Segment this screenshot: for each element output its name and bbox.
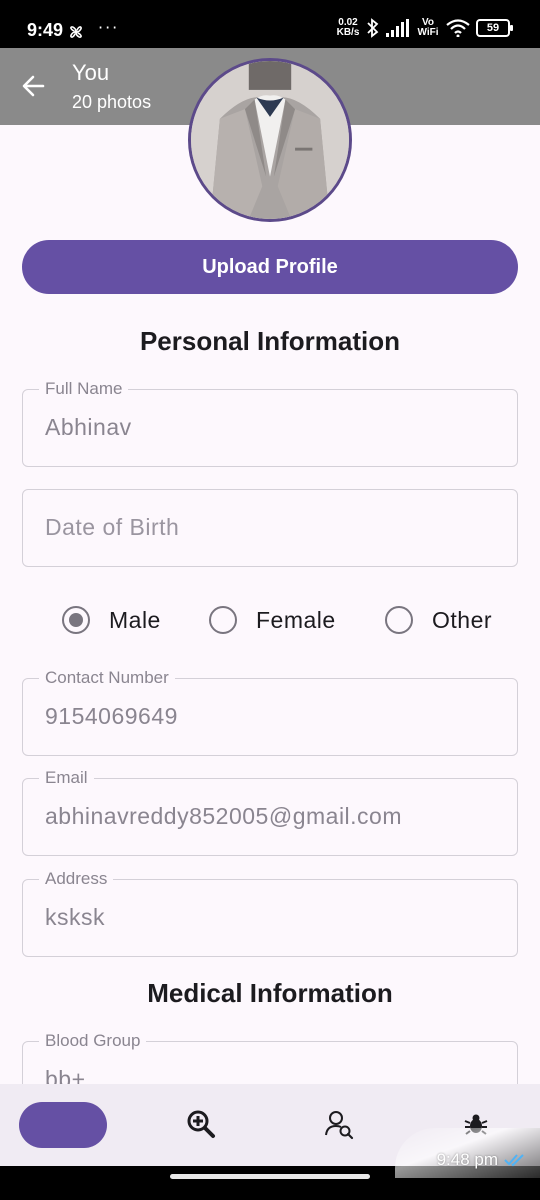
- user-search-icon[interactable]: [321, 1106, 357, 1142]
- battery-icon: 59: [476, 19, 513, 37]
- profile-screen: You 20 photos Upload Profile Personal In…: [0, 48, 540, 1166]
- radio-label-female: Female: [256, 606, 336, 633]
- gender-radio-group: Male Female Other: [0, 600, 540, 640]
- viewer-title: You: [72, 60, 110, 85]
- address-field[interactable]: Address ksksk: [22, 869, 518, 957]
- zoom-add-icon[interactable]: [183, 1106, 219, 1142]
- gesture-handle[interactable]: [170, 1174, 370, 1179]
- gender-option-other[interactable]: Other: [385, 600, 492, 640]
- personal-information-heading: Personal Information: [139, 326, 401, 356]
- status-bar: 9:49 ··· 0.02 KB/s Vo WiFi 59: [0, 0, 540, 48]
- radio-label-other: Other: [432, 606, 493, 633]
- vowifi-label: Vo WiFi: [417, 17, 439, 38]
- double-check-icon: [504, 1154, 524, 1167]
- status-more-icon: ···: [98, 18, 120, 37]
- status-time: 9:49: [27, 20, 64, 40]
- address-value: ksksk: [45, 904, 105, 930]
- blood-group-label: Blood Group: [39, 1031, 147, 1051]
- avatar-photo: [191, 61, 349, 219]
- gender-option-female[interactable]: Female: [209, 600, 336, 640]
- email-value: abhinavreddy852005@gmail.com: [45, 803, 403, 829]
- full-name-field[interactable]: Full Name Abhinav: [22, 379, 518, 467]
- full-name-value: Abhinav: [45, 414, 132, 440]
- network-speed: 0.02 KB/s: [336, 17, 360, 38]
- message-timestamp: 9:48 pm: [437, 1150, 526, 1170]
- timestamp-text: 9:48 pm: [436, 1150, 498, 1169]
- address-label: Address: [39, 869, 114, 889]
- upload-profile-button[interactable]: Upload Profile: [22, 240, 518, 294]
- radio-other[interactable]: [385, 606, 413, 634]
- nav-home-button[interactable]: [19, 1102, 107, 1148]
- arrow-left-icon: [22, 75, 45, 97]
- radio-male[interactable]: [62, 606, 90, 634]
- bluetooth-icon: [367, 18, 379, 38]
- fan-icon: [70, 26, 82, 38]
- email-field[interactable]: Email abhinavreddy852005@gmail.com: [22, 768, 518, 856]
- gender-option-male[interactable]: Male: [62, 600, 161, 640]
- date-of-birth-placeholder: Date of Birth: [45, 514, 180, 540]
- contact-number-label: Contact Number: [39, 668, 175, 688]
- radio-label-male: Male: [109, 606, 161, 633]
- radio-female[interactable]: [209, 606, 237, 634]
- full-name-label: Full Name: [39, 379, 129, 399]
- back-button[interactable]: [18, 70, 50, 102]
- profile-avatar[interactable]: [188, 58, 352, 222]
- signal-icon: [386, 19, 409, 37]
- wifi-icon: [446, 19, 470, 37]
- medical-information-heading: Medical Information: [147, 978, 393, 1008]
- email-label: Email: [39, 768, 94, 788]
- contact-number-value: 9154069649: [45, 703, 178, 729]
- contact-number-field[interactable]: Contact Number 9154069649: [22, 668, 518, 756]
- date-of-birth-field[interactable]: Date of Birth: [22, 489, 518, 567]
- photo-count: 20 photos: [72, 92, 152, 112]
